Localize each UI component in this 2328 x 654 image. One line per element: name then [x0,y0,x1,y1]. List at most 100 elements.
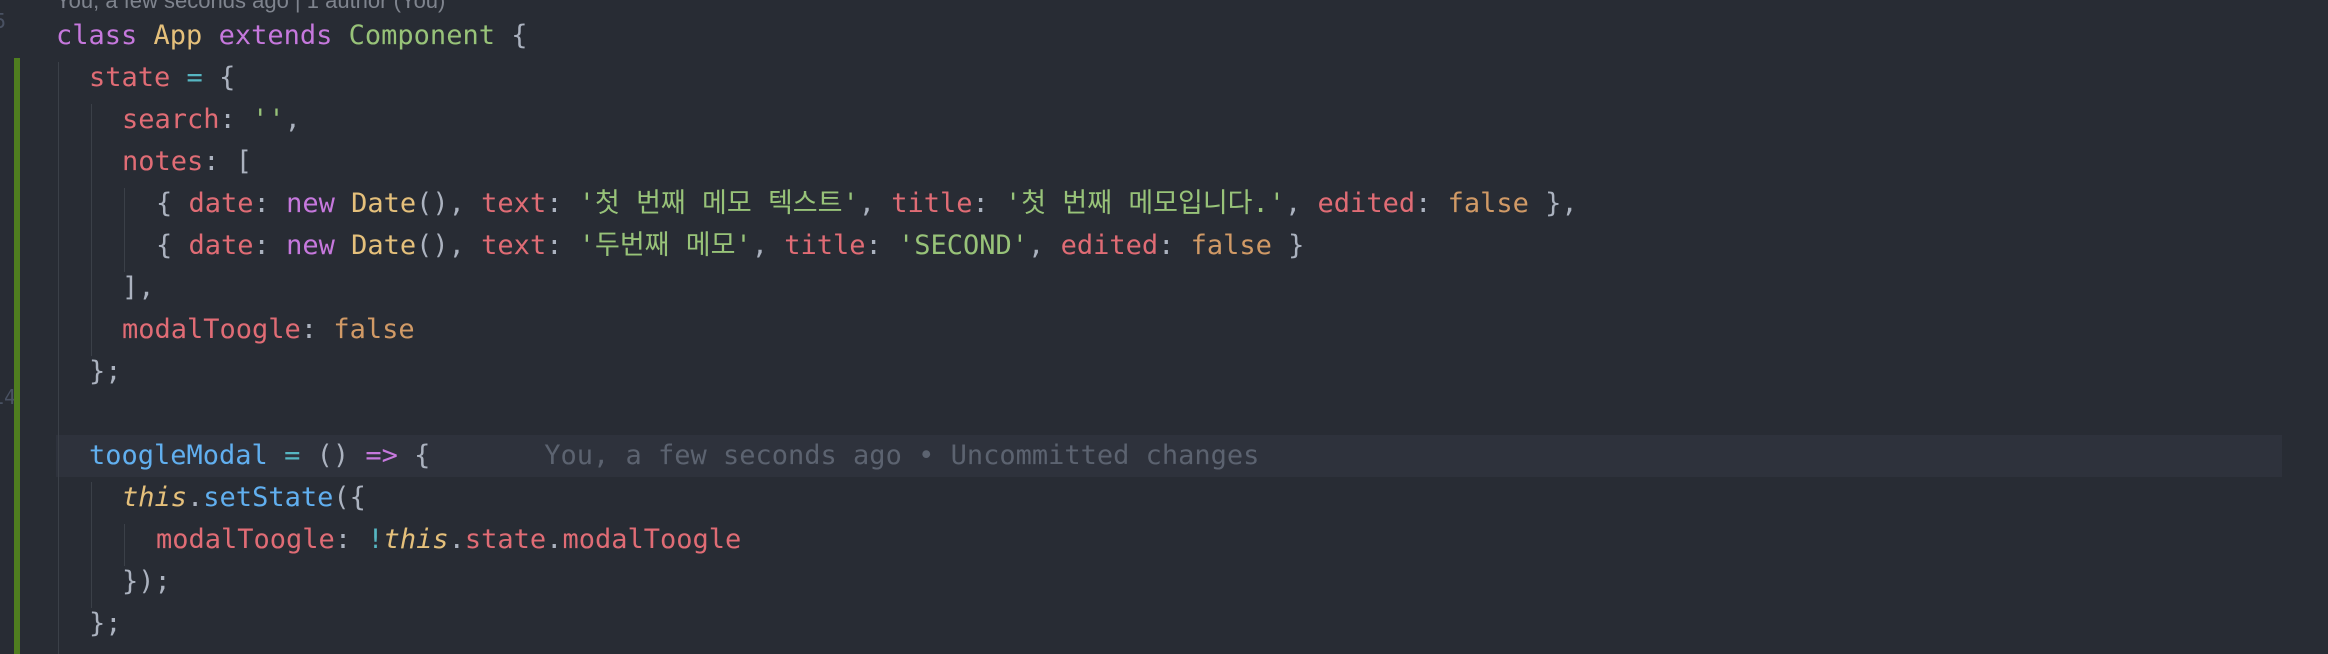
line-number-gutter: 5 14 [0,0,17,654]
property: title [784,230,866,261]
punctuation: : [219,104,253,135]
punctuation: } [1271,230,1305,261]
class-name: Date [351,230,417,261]
punctuation: : [546,188,579,219]
punctuation: { [156,188,189,219]
punctuation: : [334,524,368,555]
property: edited [1060,230,1159,261]
punctuation: : [972,188,1006,219]
punctuation: () [416,188,449,219]
keyword: new [286,230,335,261]
punctuation: . [187,482,204,513]
punctuation: : [865,230,898,261]
operator: = [170,62,220,93]
code-line[interactable]: }); [122,561,171,603]
punctuation: : [546,230,579,261]
code-line[interactable]: }; [89,603,122,645]
property: state [464,524,547,555]
property: notes [122,146,204,177]
code-line[interactable]: modalToogle: false [122,309,415,351]
code-line[interactable]: { date: new Date(), text: '두번째 메모', titl… [156,225,1304,267]
punctuation: , [284,104,301,135]
inline-git-blame: You, a few seconds ago • Uncommitted cha… [430,440,1259,471]
arrow: => [365,440,398,471]
keyword: extends [218,20,333,51]
punctuation: }; [89,608,122,639]
property: modalToogle [122,314,301,345]
line-number: 5 [0,9,6,33]
punctuation: . [546,524,563,555]
punctuation: }; [89,356,122,387]
property: date [188,188,254,219]
property: modalToogle [156,524,335,555]
property: text [481,188,547,219]
punctuation: : [300,314,334,345]
property: text [481,230,547,261]
punctuation: , [1028,230,1061,261]
keyword: class [56,20,138,51]
punctuation: , [448,230,482,261]
code-line[interactable]: modalToogle: !this.state.modalToogle [156,519,741,561]
punctuation: () [316,440,366,471]
punctuation: [ [235,146,253,177]
property: date [188,230,254,261]
punctuation: , [1285,188,1318,219]
string: '첫 번째 메모 텍스트' [578,188,859,219]
code-line[interactable]: ], [122,267,155,309]
property: state [89,62,171,93]
string: '첫 번째 메모입니다.' [1005,188,1286,219]
punctuation: : [1158,230,1191,261]
this-keyword: this [383,524,449,555]
punctuation: , [858,188,892,219]
this-keyword: this [122,482,188,513]
property: modalToogle [562,524,742,555]
indent-guide [91,482,92,608]
code-line[interactable]: search: '', [122,99,301,141]
string: 'SECOND' [898,230,1029,261]
string: '두번째 메모' [578,230,752,261]
punctuation: () [416,230,449,261]
punctuation: : [203,146,236,177]
class-name: App [153,20,203,51]
git-modified-indicator[interactable] [14,58,20,654]
indent-guide [124,188,125,272]
base-class: Component [348,20,495,51]
boolean: false [1447,188,1529,219]
boolean: false [333,314,415,345]
indent-guide [58,62,59,654]
punctuation: ], [122,272,155,303]
punctuation: : [253,230,287,261]
code-line[interactable]: state = { [89,57,235,99]
operator: ! [367,524,384,555]
string: '' [252,104,285,135]
punctuation: { [397,440,431,471]
code-line[interactable]: class App extends Component { [56,15,527,57]
keyword: new [286,188,335,219]
punctuation: ({ [333,482,366,513]
git-blame-codelens[interactable]: You, a few seconds ago | 1 author (You) [56,0,445,13]
punctuation: { [219,62,236,93]
property: search [122,104,220,135]
line-number: 14 [0,385,17,409]
boolean: false [1190,230,1272,261]
code-line[interactable]: { date: new Date(), text: '첫 번째 메모 텍스트',… [156,183,1578,225]
punctuation: : [253,188,287,219]
punctuation: }, [1528,188,1578,219]
operator: = [267,440,317,471]
method-name: setState [203,482,334,513]
indent-guide [91,104,92,356]
punctuation: { [156,230,189,261]
punctuation: , [751,230,785,261]
inline-blame-text: You, a few seconds ago • Uncommitted cha… [544,440,1260,471]
property: title [891,188,973,219]
punctuation: . [448,524,465,555]
code-line[interactable]: this.setState({ [122,477,366,519]
punctuation: { [494,20,528,51]
code-editor[interactable]: 5 14 You, a few seconds ago | 1 author (… [0,0,2328,654]
code-line[interactable]: notes: [ [122,141,252,183]
code-line[interactable]: }; [89,351,122,393]
punctuation: , [448,188,482,219]
code-line-current[interactable]: toogleModal = () => { You, a few seconds… [89,435,1259,477]
property: edited [1317,188,1416,219]
punctuation: : [1415,188,1448,219]
